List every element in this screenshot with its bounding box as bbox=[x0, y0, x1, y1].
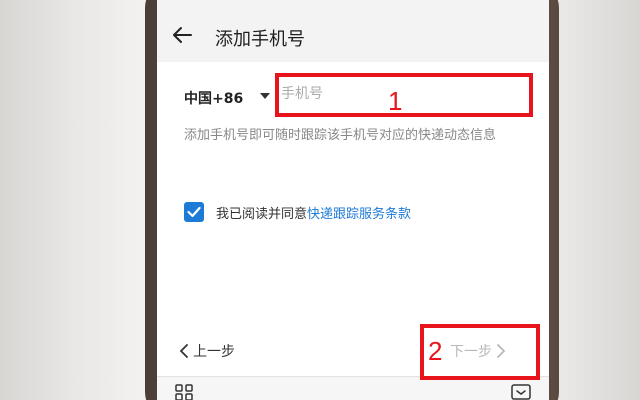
prev-step-label: 上一步 bbox=[193, 344, 235, 360]
prev-step-button[interactable]: 上一步 bbox=[179, 340, 235, 362]
country-code-selector[interactable]: 中国+86 bbox=[184, 88, 243, 108]
app-header: 添加手机号 bbox=[157, 10, 549, 62]
agreement-text: 我已阅读并同意 bbox=[216, 206, 308, 222]
chevron-left-icon bbox=[180, 344, 188, 358]
terms-link[interactable]: 快递跟踪服务条款 bbox=[307, 203, 411, 222]
caret-down-icon[interactable] bbox=[260, 93, 270, 99]
scene: 添加手机号 中国+86 添加手机号即可随时跟踪该手机号对应的快递动态信息 我已阅… bbox=[0, 0, 640, 400]
back-button[interactable] bbox=[169, 22, 195, 48]
checkmark-icon bbox=[187, 206, 201, 218]
apps-icon[interactable] bbox=[175, 384, 193, 400]
annotation-label-2: 2 bbox=[428, 336, 443, 366]
agreement-checkbox[interactable] bbox=[184, 202, 204, 222]
page-title: 添加手机号 bbox=[215, 29, 305, 50]
keyboard-icon[interactable] bbox=[511, 384, 531, 400]
agreement-row: 我已阅读并同意 快递跟踪服务条款 bbox=[184, 201, 411, 223]
annotation-label-1: 1 bbox=[388, 86, 403, 116]
status-bar bbox=[157, 0, 549, 10]
hint-text: 添加手机号即可随时跟踪该手机号对应的快递动态信息 bbox=[184, 128, 497, 143]
annotation-box-1 bbox=[275, 73, 533, 117]
arrow-left-icon bbox=[173, 27, 192, 43]
